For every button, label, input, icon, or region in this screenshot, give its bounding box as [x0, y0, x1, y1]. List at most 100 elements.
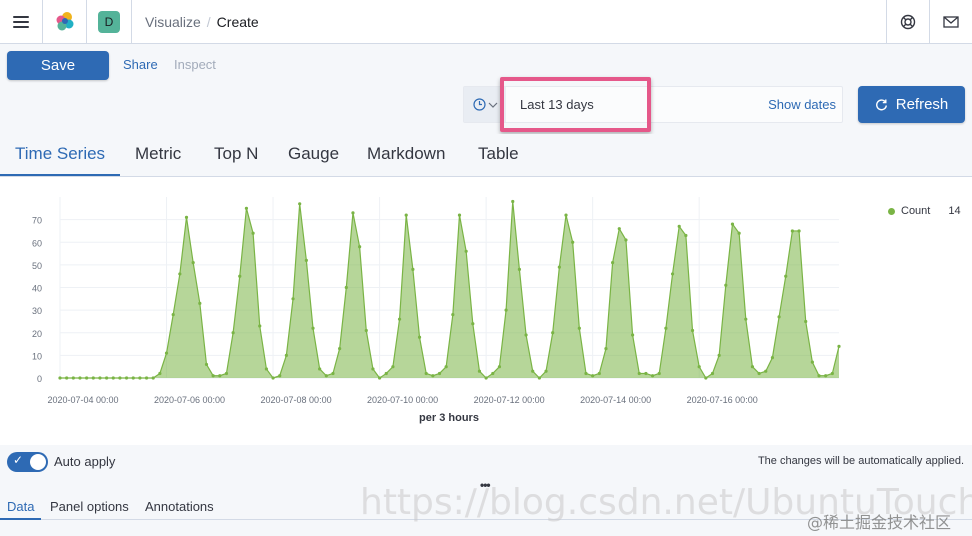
- data-point[interactable]: [824, 374, 828, 378]
- data-point[interactable]: [504, 308, 508, 312]
- data-point[interactable]: [191, 261, 195, 265]
- data-point[interactable]: [131, 376, 135, 380]
- data-point[interactable]: [571, 240, 575, 244]
- data-point[interactable]: [704, 376, 708, 380]
- data-point[interactable]: [258, 324, 262, 328]
- data-point[interactable]: [737, 231, 741, 235]
- data-point[interactable]: [451, 313, 455, 317]
- data-point[interactable]: [98, 376, 102, 380]
- data-point[interactable]: [105, 376, 109, 380]
- data-point[interactable]: [411, 267, 415, 271]
- data-point[interactable]: [797, 229, 801, 233]
- data-point[interactable]: [358, 245, 362, 249]
- data-point[interactable]: [604, 346, 608, 351]
- data-point[interactable]: [837, 344, 841, 348]
- data-point[interactable]: [644, 371, 648, 376]
- tab-annotations[interactable]: Annotations: [145, 499, 214, 514]
- data-point[interactable]: [557, 265, 561, 269]
- data-point[interactable]: [178, 272, 182, 276]
- data-point[interactable]: [198, 301, 202, 305]
- auto-apply-toggle[interactable]: ✓: [7, 452, 48, 472]
- data-point[interactable]: [91, 376, 95, 380]
- data-point[interactable]: [804, 319, 808, 324]
- data-point[interactable]: [238, 274, 242, 278]
- data-point[interactable]: [211, 374, 215, 378]
- data-point[interactable]: [291, 297, 295, 301]
- data-point[interactable]: [491, 371, 495, 376]
- data-point[interactable]: [124, 376, 129, 380]
- data-point[interactable]: [151, 376, 155, 380]
- data-point[interactable]: [750, 365, 755, 369]
- data-point[interactable]: [744, 317, 748, 321]
- data-point[interactable]: [264, 367, 268, 371]
- data-point[interactable]: [690, 328, 695, 333]
- data-point[interactable]: [790, 229, 794, 233]
- data-point[interactable]: [617, 227, 621, 231]
- data-point[interactable]: [424, 371, 428, 376]
- data-point[interactable]: [78, 376, 82, 380]
- data-point[interactable]: [664, 326, 668, 330]
- data-point[interactable]: [677, 224, 681, 229]
- data-point[interactable]: [531, 369, 535, 373]
- data-point[interactable]: [577, 326, 581, 330]
- data-point[interactable]: [384, 371, 388, 376]
- tab-data[interactable]: Data: [7, 499, 34, 514]
- data-point[interactable]: [204, 362, 209, 367]
- help-button[interactable]: [886, 0, 929, 44]
- data-point[interactable]: [164, 351, 169, 355]
- data-point[interactable]: [477, 369, 482, 373]
- data-point[interactable]: [324, 374, 328, 378]
- data-point[interactable]: [344, 285, 348, 290]
- data-point[interactable]: [404, 213, 408, 217]
- data-point[interactable]: [584, 371, 588, 376]
- data-point[interactable]: [118, 376, 122, 380]
- data-point[interactable]: [777, 315, 781, 319]
- data-point[interactable]: [710, 371, 715, 376]
- data-point[interactable]: [298, 202, 302, 206]
- data-point[interactable]: [670, 272, 675, 276]
- show-dates-link[interactable]: Show dates: [768, 97, 836, 112]
- data-point[interactable]: [138, 376, 142, 380]
- tab-top-n[interactable]: Top N: [214, 144, 258, 164]
- data-point[interactable]: [278, 374, 282, 378]
- share-link[interactable]: Share: [123, 57, 158, 72]
- data-point[interactable]: [717, 353, 721, 357]
- data-point[interactable]: [444, 365, 448, 369]
- data-point[interactable]: [544, 369, 548, 373]
- data-point[interactable]: [284, 353, 288, 357]
- data-point[interactable]: [537, 376, 541, 380]
- newsfeed-button[interactable]: [929, 0, 972, 44]
- data-point[interactable]: [764, 369, 768, 373]
- data-point[interactable]: [391, 365, 395, 369]
- data-point[interactable]: [650, 374, 655, 378]
- data-point[interactable]: [251, 231, 255, 235]
- data-point[interactable]: [171, 313, 175, 317]
- inspect-link[interactable]: Inspect: [174, 57, 216, 72]
- chart-legend[interactable]: Count 14: [888, 205, 961, 217]
- data-point[interactable]: [471, 322, 475, 326]
- data-point[interactable]: [144, 376, 149, 380]
- save-button[interactable]: Save: [7, 51, 109, 80]
- tab-metric[interactable]: Metric: [135, 144, 181, 164]
- data-point[interactable]: [770, 356, 775, 360]
- data-point[interactable]: [631, 333, 635, 337]
- data-point[interactable]: [591, 374, 595, 378]
- data-point[interactable]: [657, 371, 661, 376]
- data-point[interactable]: [71, 376, 75, 380]
- data-point[interactable]: [184, 215, 189, 219]
- data-point[interactable]: [158, 371, 162, 376]
- data-point[interactable]: [830, 371, 834, 376]
- data-point[interactable]: [697, 365, 701, 369]
- data-point[interactable]: [304, 258, 308, 262]
- tab-table[interactable]: Table: [478, 144, 519, 164]
- data-point[interactable]: [757, 371, 761, 376]
- data-point[interactable]: [511, 199, 515, 204]
- data-point[interactable]: [331, 371, 335, 376]
- data-point[interactable]: [318, 367, 322, 371]
- data-point[interactable]: [730, 222, 735, 226]
- data-point[interactable]: [524, 333, 528, 337]
- space-selector[interactable]: D: [87, 0, 132, 44]
- refresh-button[interactable]: Refresh: [858, 86, 965, 123]
- data-point[interactable]: [371, 367, 375, 371]
- data-point[interactable]: [437, 371, 442, 376]
